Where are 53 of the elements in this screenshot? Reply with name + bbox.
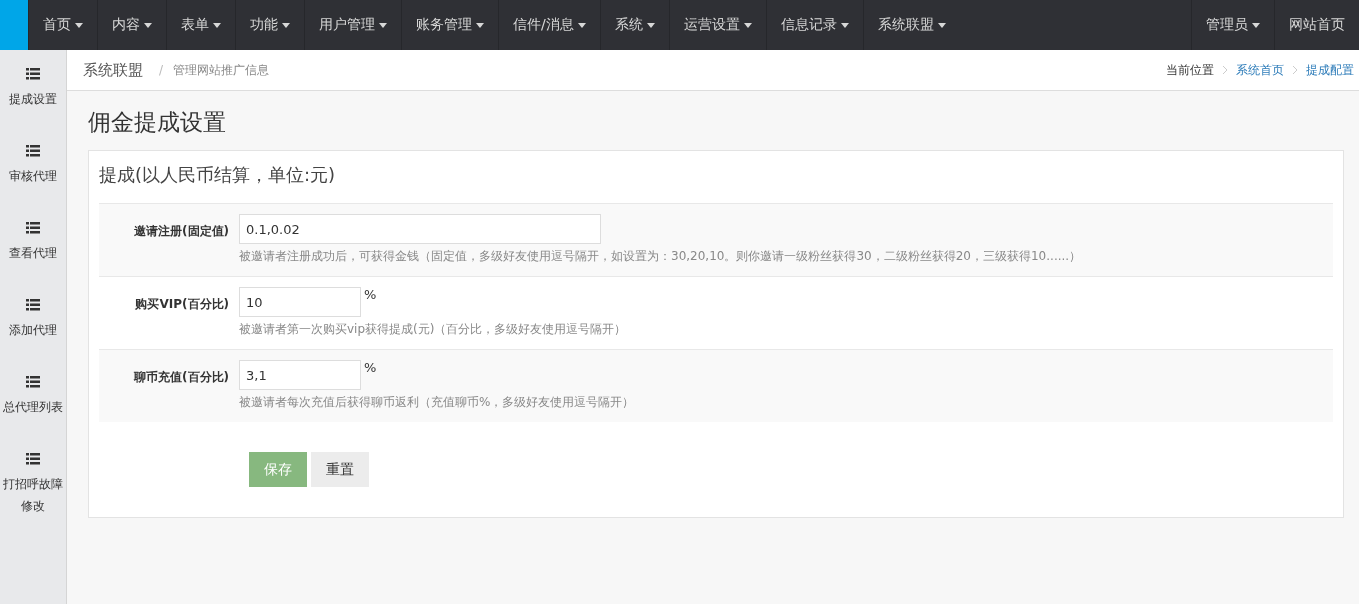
sidebar-item-label: 审核代理: [8, 168, 58, 185]
section-title: 系统联盟: [83, 60, 143, 80]
sidebar-item-label: 添加代理: [8, 322, 58, 339]
chevron-icon: [1222, 65, 1228, 75]
help-text: 被邀请者每次充值后获得聊币返利（充值聊币%，多级好友使用逗号隔开）: [239, 394, 635, 411]
caret-icon: [75, 22, 83, 28]
caret-icon: [213, 22, 221, 28]
sidebar-item[interactable]: 打招呼故障修改: [0, 453, 66, 530]
reset-button[interactable]: 重置: [311, 452, 369, 487]
caret-icon: [476, 22, 484, 28]
page-title: 佣金提成设置: [88, 108, 227, 137]
caret-icon: [937, 22, 946, 28]
caret-icon: [144, 22, 152, 28]
input-field[interactable]: 3,1: [239, 360, 361, 390]
help-text: 被邀请者第一次购买vip获得提成(元)（百分比，多级好友使用逗号隔开）: [239, 321, 627, 338]
caret-icon: [577, 22, 586, 28]
list-icon: [26, 145, 40, 157]
breadcrumb-link[interactable]: 提成配置: [1306, 61, 1354, 79]
help-text: 被邀请者注册成功后，可获得金钱（固定值，多级好友使用逗号隔开，如设置为：30,20,10。则你邀请一级粉丝获得30，二级粉丝获得20，三级获得10......）: [239, 248, 1082, 265]
logo-block: [0, 0, 28, 50]
caret-icon: [646, 22, 655, 28]
chevron-icon: [1292, 65, 1298, 75]
breadcrumb-label: 当前位置: [1166, 61, 1214, 79]
sidebar-item[interactable]: 总代理列表: [0, 376, 66, 453]
sidebar-item[interactable]: 提成设置: [0, 68, 66, 145]
list-icon: [26, 222, 40, 234]
sidebar-item-label: 查看代理: [8, 245, 58, 262]
sidebar-item[interactable]: 查看代理: [0, 222, 66, 299]
unit-label: %: [364, 360, 377, 375]
breadcrumb-link[interactable]: 系统首页: [1236, 61, 1284, 79]
input-field[interactable]: 0.1,0.02: [239, 214, 601, 244]
sidebar-item-label: 提成设置: [8, 91, 58, 108]
sidebar-item-label: 总代理列表: [2, 399, 64, 416]
list-icon: [26, 453, 40, 465]
separator-slash: /: [159, 63, 164, 77]
list-icon: [26, 68, 40, 80]
field-label: 聊币充值(百分比): [132, 369, 230, 386]
input-field[interactable]: 10: [239, 287, 361, 317]
field-label: 邀请注册(固定值): [133, 223, 230, 240]
sidebar-item[interactable]: 审核代理: [0, 145, 66, 222]
caret-icon: [379, 22, 387, 28]
unit-label: %: [364, 287, 377, 302]
caret-icon: [282, 22, 290, 28]
list-icon: [26, 299, 40, 311]
sidebar-item[interactable]: 添加代理: [0, 299, 66, 376]
caret-icon: [743, 22, 752, 28]
section-subtitle: 管理网站推广信息: [173, 61, 270, 79]
caret-icon: [1252, 22, 1260, 28]
list-icon: [26, 376, 40, 388]
caret-icon: [840, 22, 849, 28]
panel-title: 提成(以人民币结算，单位:元): [99, 163, 337, 187]
sidebar-item-label: 打招呼故障修改: [2, 476, 64, 515]
field-label: 购买VIP(百分比): [134, 296, 230, 313]
